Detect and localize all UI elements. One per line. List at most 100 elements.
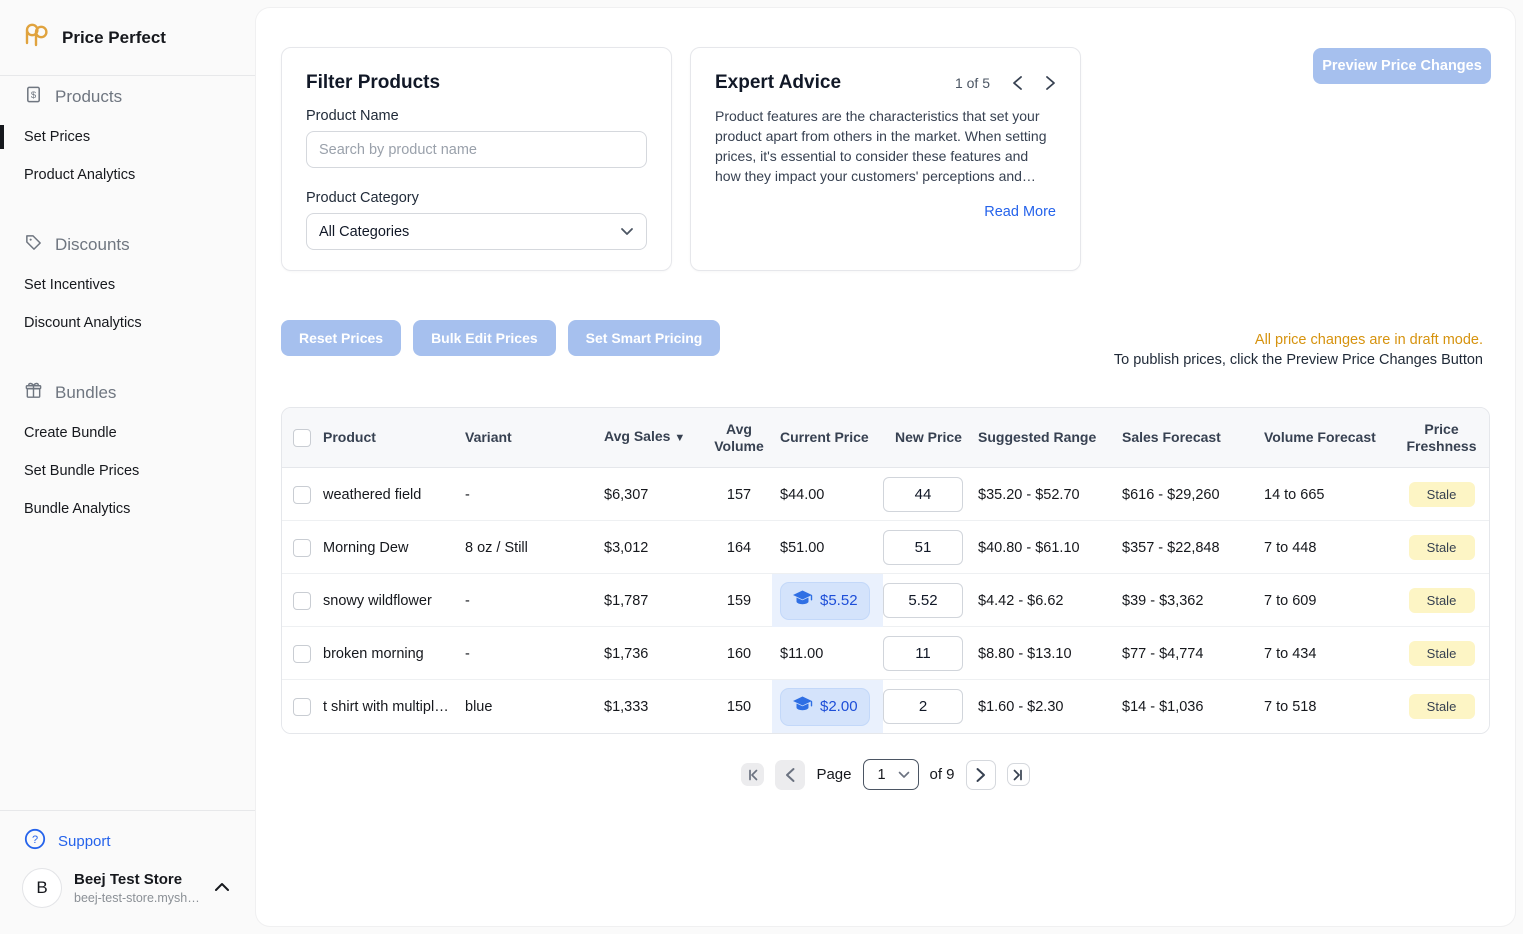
first-page-button[interactable] — [741, 763, 764, 786]
col-header-product[interactable]: Product — [323, 429, 465, 446]
advice-next-button[interactable] — [1045, 75, 1056, 91]
smart-price-pill[interactable]: $2.00 — [780, 688, 870, 726]
freshness-badge: Stale — [1409, 588, 1475, 613]
sidebar-item-label: Set Bundle Prices — [24, 463, 139, 479]
bulk-actions-row: Reset Prices Bulk Edit Prices Set Smart … — [281, 320, 720, 356]
sidebar-item-set-prices[interactable]: Set Prices — [0, 123, 256, 151]
freshness-badge: Stale — [1409, 482, 1475, 507]
col-header-variant[interactable]: Variant — [465, 429, 604, 446]
draft-mode-notice: All price changes are in draft mode. To … — [1114, 330, 1483, 370]
col-header-avg-volume[interactable]: Avg Volume — [706, 421, 772, 455]
new-price-input[interactable] — [883, 583, 963, 618]
sidebar-item-create-bundle[interactable]: Create Bundle — [0, 419, 256, 447]
col-header-volume-forecast[interactable]: Volume Forecast — [1258, 429, 1392, 446]
col-header-current-price[interactable]: Current Price — [772, 429, 883, 446]
avg-volume-cell: 159 — [706, 593, 772, 609]
row-checkbox[interactable] — [293, 592, 311, 610]
col-header-new-price[interactable]: New Price — [883, 429, 972, 446]
product-category-label: Product Category — [306, 190, 647, 206]
current-price-cell-smart: $5.52 — [772, 574, 883, 627]
suggested-range-cell: $8.80 - $13.10 — [972, 646, 1116, 662]
suggested-range-cell: $4.42 - $6.62 — [972, 593, 1116, 609]
category-selected-value: All Categories — [319, 224, 409, 240]
section-label: Products — [55, 87, 122, 107]
row-checkbox[interactable] — [293, 486, 311, 504]
row-checkbox[interactable] — [293, 698, 311, 716]
sidebar-item-bundle-analytics[interactable]: Bundle Analytics — [0, 495, 256, 523]
sidebar-item-product-analytics[interactable]: Product Analytics — [0, 161, 256, 189]
table-row: t shirt with multipl… blue $1,333 150 — [282, 680, 1489, 733]
product-cell: snowy wildflower — [323, 593, 465, 609]
last-page-button[interactable] — [1007, 763, 1030, 786]
store-account[interactable]: B Beej Test Store beej-test-store.mysh… — [0, 868, 256, 908]
read-more-link[interactable]: Read More — [715, 204, 1056, 220]
sidebar-item-set-incentives[interactable]: Set Incentives — [0, 271, 256, 299]
page-label: Page — [816, 766, 851, 783]
table-row: snowy wildflower - $1,787 159 $5.52 — [282, 574, 1489, 627]
advice-title: Expert Advice — [715, 72, 841, 94]
page-number-select[interactable]: 1 — [863, 759, 919, 790]
support-link[interactable]: ? Support — [0, 828, 256, 854]
variant-cell: - — [465, 593, 604, 609]
svg-text:$: $ — [31, 90, 37, 101]
suggested-range-cell: $40.80 - $61.10 — [972, 540, 1116, 556]
advice-page-count: 1 of 5 — [955, 75, 990, 91]
sidebar-item-set-bundle-prices[interactable]: Set Bundle Prices — [0, 457, 256, 485]
category-select[interactable]: All Categories — [306, 213, 647, 250]
sales-forecast-cell: $39 - $3,362 — [1116, 593, 1258, 609]
col-header-suggested-range[interactable]: Suggested Range — [972, 429, 1116, 446]
bulk-edit-prices-button[interactable]: Bulk Edit Prices — [413, 320, 556, 356]
store-name: Beej Test Store — [74, 871, 202, 888]
expert-advice-panel: Expert Advice 1 of 5 Product features ar… — [690, 47, 1081, 271]
app-logo: Price Perfect — [0, 0, 256, 53]
next-page-button[interactable] — [966, 760, 996, 790]
product-name-search-input[interactable] — [306, 131, 647, 168]
set-smart-pricing-button[interactable]: Set Smart Pricing — [568, 320, 721, 356]
new-price-input[interactable] — [883, 530, 963, 565]
select-all-checkbox[interactable] — [293, 429, 311, 447]
tag-icon — [24, 233, 43, 257]
col-header-sales-forecast[interactable]: Sales Forecast — [1116, 429, 1258, 446]
row-checkbox[interactable] — [293, 645, 311, 663]
table-row: broken morning - $1,736 160 $11.00 $8.80… — [282, 627, 1489, 680]
sidebar-item-label: Discount Analytics — [24, 315, 142, 331]
volume-forecast-cell: 14 to 665 — [1258, 487, 1392, 503]
advice-body-text: Product features are the characteristics… — [715, 106, 1056, 186]
chevron-down-icon — [620, 224, 634, 240]
price-perfect-logo-icon — [22, 22, 52, 53]
reset-prices-button[interactable]: Reset Prices — [281, 320, 401, 356]
variant-cell: blue — [465, 699, 604, 715]
smart-price-value: $2.00 — [820, 698, 858, 715]
avg-volume-cell: 164 — [706, 540, 772, 556]
avg-volume-cell: 160 — [706, 646, 772, 662]
col-header-price-freshness[interactable]: Price Freshness — [1392, 421, 1490, 455]
avg-sales-cell: $3,012 — [604, 540, 706, 556]
advice-pager: 1 of 5 — [955, 75, 1056, 91]
preview-price-changes-button[interactable]: Preview Price Changes — [1313, 48, 1491, 84]
draft-notice-line2: To publish prices, click the Preview Pri… — [1114, 350, 1483, 370]
previous-page-button[interactable] — [775, 760, 805, 790]
avg-sales-cell: $6,307 — [604, 487, 706, 503]
volume-forecast-cell: 7 to 609 — [1258, 593, 1392, 609]
chevron-up-icon[interactable] — [214, 879, 230, 897]
sidebar-section-discounts: Discounts — [0, 233, 256, 257]
sidebar-section-bundles: Bundles — [0, 381, 256, 405]
current-price-cell: $11.00 — [772, 627, 883, 680]
variant-cell: 8 oz / Still — [465, 540, 604, 556]
chevron-down-icon — [898, 767, 910, 783]
new-price-input[interactable] — [883, 689, 963, 724]
new-price-input[interactable] — [883, 477, 963, 512]
sidebar-item-label: Create Bundle — [24, 425, 117, 441]
avg-sales-cell: $1,333 — [604, 699, 706, 715]
sales-forecast-cell: $77 - $4,774 — [1116, 646, 1258, 662]
new-price-input[interactable] — [883, 636, 963, 671]
smart-price-pill[interactable]: $5.52 — [780, 582, 870, 620]
receipt-dollar-icon: $ — [24, 85, 43, 109]
row-checkbox[interactable] — [293, 539, 311, 557]
section-label: Bundles — [55, 383, 116, 403]
volume-forecast-cell: 7 to 434 — [1258, 646, 1392, 662]
advice-prev-button[interactable] — [1012, 75, 1023, 91]
sidebar-item-discount-analytics[interactable]: Discount Analytics — [0, 309, 256, 337]
avg-volume-cell: 150 — [706, 699, 772, 715]
col-header-avg-sales[interactable]: Avg Sales▼ — [604, 428, 706, 447]
